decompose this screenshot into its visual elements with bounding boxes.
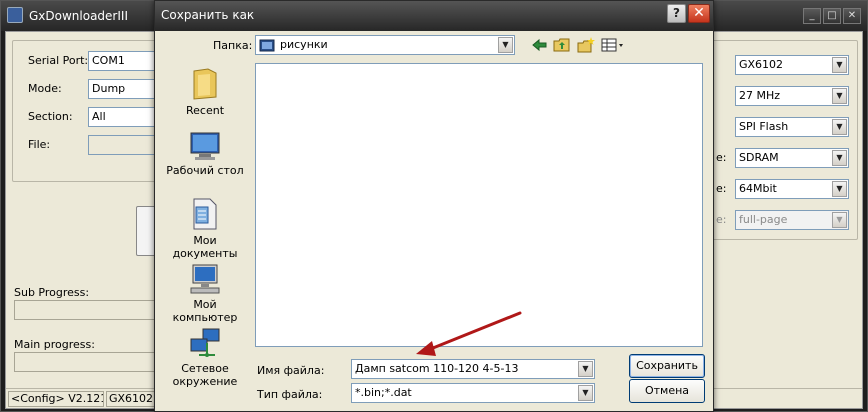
folder-select[interactable]: рисунки ▼ [255,35,515,55]
crystal-select-value: 27 MHz [739,89,781,102]
section-field[interactable]: All [88,107,158,127]
dropdown-arrow-icon[interactable]: ▼ [832,57,847,73]
flash-size-select-value: 64Mbit [739,182,777,195]
place-desktop-label: Рабочий стол [166,164,244,177]
place-documents-label: Мои документы [172,234,238,260]
dropdown-arrow-icon[interactable]: ▼ [832,181,847,197]
maximize-button[interactable]: □ [823,8,841,24]
flash-type-select[interactable]: SPI Flash ▼ [735,117,849,137]
dropdown-arrow-icon[interactable]: ▼ [578,385,593,401]
dropdown-arrow-icon[interactable]: ▼ [578,361,593,377]
documents-icon [193,198,217,230]
file-list-view[interactable] [255,63,703,347]
mode-field[interactable]: Dump [88,79,158,99]
status-config-version: <Config> V2.121 [8,391,104,407]
app-icon [7,7,23,23]
folder-label: Папка: [213,39,253,52]
place-documents[interactable]: Мои документы [162,197,248,260]
dialog-close-button[interactable]: ✕ [688,4,710,23]
ram-type-select[interactable]: SDRAM ▼ [735,148,849,168]
desktop-icon [190,132,220,160]
dropdown-arrow-icon[interactable]: ▼ [832,88,847,104]
dropdown-arrow-icon: ▼ [832,212,847,228]
crystal-select[interactable]: 27 MHz ▼ [735,86,849,106]
flash-size-label: e: [716,182,727,195]
dropdown-arrow-icon[interactable]: ▼ [832,119,847,135]
main-progress-bar [14,352,158,372]
dropdown-arrow-icon[interactable]: ▼ [832,150,847,166]
dialog-title: Сохранить как [161,8,255,22]
place-network[interactable]: Сетевое окружение [162,327,248,388]
folder-icon [259,39,275,52]
flash-type-select-value: SPI Flash [739,120,789,133]
page-mode-label: e: [716,213,727,226]
filename-input[interactable]: Дамп satcom 110-120 4-5-13 ▼ [351,359,595,379]
close-button[interactable]: ✕ [843,8,861,24]
help-button[interactable]: ? [667,4,686,23]
recent-folder-icon [193,68,217,100]
folder-select-value: рисунки [280,38,328,51]
save-as-dialog: Сохранить как ? ✕ Папка: рисунки ▼ Recen… [154,0,714,412]
file-field[interactable] [88,135,158,155]
flash-size-select[interactable]: 64Mbit ▼ [735,179,849,199]
filetype-value: *.bin;*.dat [355,386,412,399]
place-network-label: Сетевое окружение [172,362,238,388]
view-menu-icon[interactable] [601,37,625,53]
section-label: Section: [28,110,73,123]
main-progress-label: Main progress: [14,338,95,351]
mode-label: Mode: [28,82,62,95]
place-desktop[interactable]: Рабочий стол [162,131,248,177]
dropdown-arrow-icon[interactable]: ▼ [498,37,513,53]
computer-icon [190,264,220,294]
main-window-title: GxDownloaderIII [29,9,128,23]
minimize-button[interactable]: _ [803,8,821,24]
place-recent[interactable]: Recent [162,67,248,117]
new-folder-icon[interactable] [577,37,595,53]
sub-progress-label: Sub Progress: [14,286,90,299]
place-recent-label: Recent [185,104,225,117]
page-mode-select: full-page ▼ [735,210,849,230]
place-computer-label: Мой компьютер [172,298,238,324]
sub-progress-bar [14,300,158,320]
place-computer[interactable]: Мой компьютер [162,263,248,324]
up-folder-icon[interactable] [553,37,571,53]
ram-type-label: e: [716,151,727,164]
filetype-label: Тип файла: [257,388,323,401]
filename-label: Имя файла: [257,364,325,377]
serial-port-field[interactable]: COM1 [88,51,158,71]
filetype-select[interactable]: *.bin;*.dat ▼ [351,383,595,403]
places-bar: Recent Рабочий стол Мои документы Мой ко… [162,59,248,403]
filename-value: Дамп satcom 110-120 4-5-13 [355,362,519,375]
back-arrow-icon[interactable] [531,37,549,53]
save-button[interactable]: Сохранить [629,354,705,378]
dialog-titlebar[interactable]: Сохранить как ? ✕ [155,1,713,31]
status-chip: GX6102 / [106,391,156,407]
cancel-button[interactable]: Отмена [629,379,705,403]
network-icon [190,328,220,357]
chip-select-value: GX6102 [739,58,784,71]
file-label: File: [28,138,51,151]
serial-port-label: Serial Port: [28,54,89,67]
dialog-body: Папка: рисунки ▼ Recent Рабочий стол Мои… [155,31,713,411]
ram-type-select-value: SDRAM [739,151,779,164]
page-mode-select-value: full-page [739,213,788,226]
chip-select[interactable]: GX6102 ▼ [735,55,849,75]
